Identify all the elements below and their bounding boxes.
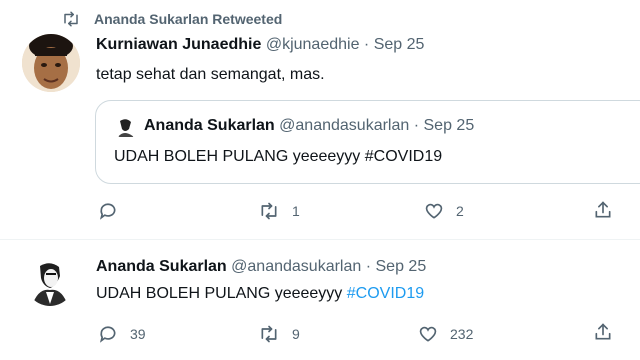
like-button[interactable]: 232 [418,324,473,344]
quoted-display-name: Ananda Sukarlan [144,117,275,134]
tweet-header: Kurniawan Junaedhie @kjunaedhie · Sep 25 [96,36,424,54]
hashtag-link[interactable]: #COVID19 [347,285,424,302]
retweet-button[interactable]: 1 [258,201,300,221]
retweet-count: 1 [292,203,300,219]
tweet-header: Ananda Sukarlan @anandasukarlan · Sep 25 [96,258,426,276]
divider [0,239,640,240]
heart-icon [419,326,437,342]
share-button[interactable] [593,322,613,342]
tweet-date[interactable]: Sep 25 [374,36,425,53]
avatar-image [26,258,74,306]
quoted-date: Sep 25 [423,117,475,134]
share-button[interactable] [593,200,613,220]
user-handle[interactable]: @anandasukarlan [231,258,361,275]
tweet-date[interactable]: Sep 25 [376,258,427,275]
tweet-text-body: UDAH BOLEH PULANG yeeeeyyy [96,285,347,302]
user-handle[interactable]: @kjunaedhie [266,36,360,53]
reply-icon [99,326,116,343]
tweet-text: tetap sehat dan semangat, mas. [96,66,325,83]
avatar-image [22,34,80,92]
retweet-button[interactable]: 9 [258,324,300,344]
retweet-icon [261,325,277,343]
retweet-icon [261,202,277,220]
quoted-header: Ananda Sukarlan @anandasukarlan · Sep 25 [144,117,474,135]
avatar[interactable] [26,258,74,306]
display-name[interactable]: Kurniawan Junaedhie [96,36,261,53]
quoted-tweet-card[interactable]: Ananda Sukarlan @anandasukarlan · Sep 25… [95,100,640,184]
separator: · [413,117,420,134]
share-icon [595,201,611,218]
quoted-handle: @anandasukarlan [279,117,410,134]
avatar[interactable] [22,34,80,92]
retweet-label: Ananda Sukarlan Retweeted [94,11,283,27]
quoted-text: UDAH BOLEH PULANG yeeeeyyy #COVID19 [114,148,443,165]
like-count: 232 [450,326,474,342]
reply-button[interactable] [98,201,130,221]
quoted-avatar [114,115,138,139]
reply-count: 39 [130,326,146,342]
like-count: 2 [456,203,464,219]
retweet-icon [64,11,78,27]
share-icon [595,323,611,340]
like-button[interactable]: 2 [424,201,464,221]
separator: · [363,36,370,53]
heart-icon [425,203,443,219]
retweet-header[interactable]: Ananda Sukarlan Retweeted [62,10,282,28]
reply-button[interactable]: 39 [98,324,146,344]
retweet-count: 9 [292,326,300,342]
reply-icon [99,203,116,220]
display-name[interactable]: Ananda Sukarlan [96,258,227,275]
separator: · [365,258,372,275]
tweet-text: UDAH BOLEH PULANG yeeeeyyy #COVID19 [96,285,424,303]
